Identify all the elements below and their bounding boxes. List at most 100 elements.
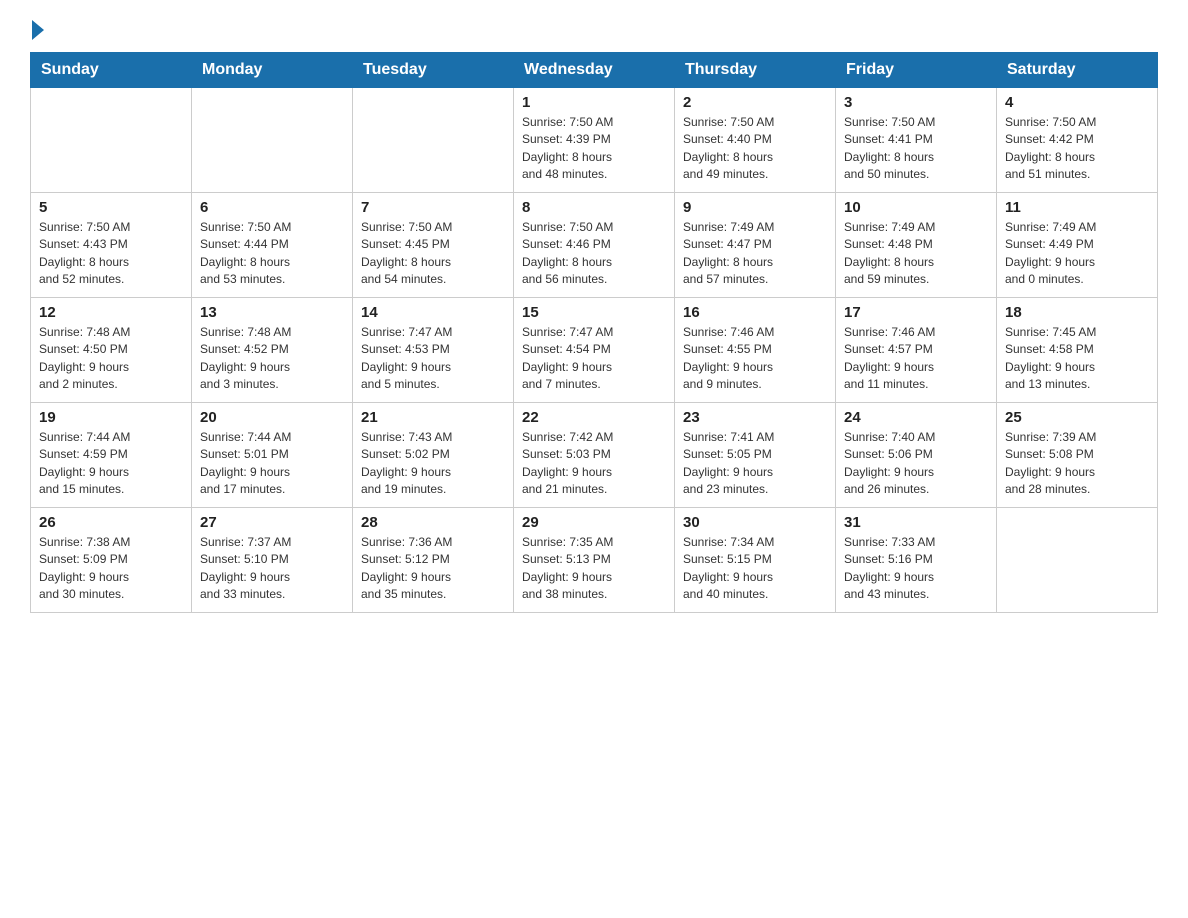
calendar-cell (997, 508, 1158, 613)
calendar-cell (353, 88, 514, 193)
day-info: Sunrise: 7:43 AM Sunset: 5:02 PM Dayligh… (361, 429, 505, 499)
day-number: 24 (844, 409, 988, 426)
day-number: 10 (844, 199, 988, 216)
calendar-cell: 12 Sunrise: 7:48 AM Sunset: 4:50 PM Dayli… (31, 298, 192, 403)
day-number: 12 (39, 304, 183, 321)
weekday-header-monday: Monday (192, 53, 353, 88)
weekday-header-tuesday: Tuesday (353, 53, 514, 88)
day-info: Sunrise: 7:42 AM Sunset: 5:03 PM Dayligh… (522, 429, 666, 499)
page-header (30, 20, 1158, 34)
day-number: 2 (683, 94, 827, 111)
day-info: Sunrise: 7:48 AM Sunset: 4:50 PM Dayligh… (39, 324, 183, 394)
day-number: 28 (361, 514, 505, 531)
calendar-cell: 21 Sunrise: 7:43 AM Sunset: 5:02 PM Dayli… (353, 403, 514, 508)
day-number: 7 (361, 199, 505, 216)
calendar-cell: 9Sunrise: 7:49 AM Sunset: 4:47 PM Daylig… (675, 193, 836, 298)
weekday-header-row: SundayMondayTuesdayWednesdayThursdayFrid… (31, 53, 1158, 88)
day-info: Sunrise: 7:45 AM Sunset: 4:58 PM Dayligh… (1005, 324, 1149, 394)
day-number: 13 (200, 304, 344, 321)
day-number: 9 (683, 199, 827, 216)
logo (30, 20, 44, 34)
day-info: Sunrise: 7:50 AM Sunset: 4:46 PM Dayligh… (522, 219, 666, 289)
day-number: 15 (522, 304, 666, 321)
day-info: Sunrise: 7:50 AM Sunset: 4:45 PM Dayligh… (361, 219, 505, 289)
day-info: Sunrise: 7:50 AM Sunset: 4:39 PM Dayligh… (522, 114, 666, 184)
day-number: 3 (844, 94, 988, 111)
day-info: Sunrise: 7:46 AM Sunset: 4:57 PM Dayligh… (844, 324, 988, 394)
week-row-2: 5 Sunrise: 7:50 AM Sunset: 4:43 PM Daylig… (31, 193, 1158, 298)
calendar-cell: 16 Sunrise: 7:46 AM Sunset: 4:55 PM Dayli… (675, 298, 836, 403)
day-info: Sunrise: 7:47 AM Sunset: 4:53 PM Dayligh… (361, 324, 505, 394)
calendar-cell: 29 Sunrise: 7:35 AM Sunset: 5:13 PM Dayli… (514, 508, 675, 613)
day-number: 18 (1005, 304, 1149, 321)
day-number: 11 (1005, 199, 1149, 216)
calendar-cell: 18 Sunrise: 7:45 AM Sunset: 4:58 PM Dayli… (997, 298, 1158, 403)
calendar-cell: 7 Sunrise: 7:50 AM Sunset: 4:45 PM Daylig… (353, 193, 514, 298)
calendar-cell: 27 Sunrise: 7:37 AM Sunset: 5:10 PM Dayli… (192, 508, 353, 613)
day-number: 20 (200, 409, 344, 426)
calendar-cell (192, 88, 353, 193)
day-info: Sunrise: 7:44 AM Sunset: 4:59 PM Dayligh… (39, 429, 183, 499)
calendar-cell: 26 Sunrise: 7:38 AM Sunset: 5:09 PM Dayli… (31, 508, 192, 613)
day-info: Sunrise: 7:35 AM Sunset: 5:13 PM Dayligh… (522, 534, 666, 604)
day-number: 1 (522, 94, 666, 111)
calendar-cell: 3 Sunrise: 7:50 AM Sunset: 4:41 PM Daylig… (836, 88, 997, 193)
day-info: Sunrise: 7:34 AM Sunset: 5:15 PM Dayligh… (683, 534, 827, 604)
day-number: 31 (844, 514, 988, 531)
day-number: 27 (200, 514, 344, 531)
day-info: Sunrise: 7:50 AM Sunset: 4:40 PM Dayligh… (683, 114, 827, 184)
day-info: Sunrise: 7:48 AM Sunset: 4:52 PM Dayligh… (200, 324, 344, 394)
weekday-header-sunday: Sunday (31, 53, 192, 88)
calendar-cell: 15 Sunrise: 7:47 AM Sunset: 4:54 PM Dayli… (514, 298, 675, 403)
day-number: 8 (522, 199, 666, 216)
calendar-cell: 11Sunrise: 7:49 AM Sunset: 4:49 PM Dayli… (997, 193, 1158, 298)
calendar-cell: 20Sunrise: 7:44 AM Sunset: 5:01 PM Dayli… (192, 403, 353, 508)
weekday-header-thursday: Thursday (675, 53, 836, 88)
day-info: Sunrise: 7:36 AM Sunset: 5:12 PM Dayligh… (361, 534, 505, 604)
calendar-cell: 22 Sunrise: 7:42 AM Sunset: 5:03 PM Dayli… (514, 403, 675, 508)
calendar-cell: 14 Sunrise: 7:47 AM Sunset: 4:53 PM Dayli… (353, 298, 514, 403)
day-number: 22 (522, 409, 666, 426)
day-info: Sunrise: 7:33 AM Sunset: 5:16 PM Dayligh… (844, 534, 988, 604)
week-row-5: 26 Sunrise: 7:38 AM Sunset: 5:09 PM Dayli… (31, 508, 1158, 613)
day-info: Sunrise: 7:49 AM Sunset: 4:48 PM Dayligh… (844, 219, 988, 289)
weekday-header-saturday: Saturday (997, 53, 1158, 88)
day-number: 16 (683, 304, 827, 321)
calendar-cell: 2 Sunrise: 7:50 AM Sunset: 4:40 PM Daylig… (675, 88, 836, 193)
calendar-table: SundayMondayTuesdayWednesdayThursdayFrid… (30, 52, 1158, 613)
weekday-header-wednesday: Wednesday (514, 53, 675, 88)
calendar-cell: 25Sunrise: 7:39 AM Sunset: 5:08 PM Dayli… (997, 403, 1158, 508)
calendar-cell: 23 Sunrise: 7:41 AM Sunset: 5:05 PM Dayli… (675, 403, 836, 508)
day-number: 29 (522, 514, 666, 531)
day-number: 19 (39, 409, 183, 426)
day-info: Sunrise: 7:41 AM Sunset: 5:05 PM Dayligh… (683, 429, 827, 499)
calendar-cell: 8 Sunrise: 7:50 AM Sunset: 4:46 PM Daylig… (514, 193, 675, 298)
day-number: 23 (683, 409, 827, 426)
week-row-3: 12 Sunrise: 7:48 AM Sunset: 4:50 PM Dayli… (31, 298, 1158, 403)
week-row-4: 19 Sunrise: 7:44 AM Sunset: 4:59 PM Dayli… (31, 403, 1158, 508)
day-info: Sunrise: 7:46 AM Sunset: 4:55 PM Dayligh… (683, 324, 827, 394)
calendar-cell: 6 Sunrise: 7:50 AM Sunset: 4:44 PM Daylig… (192, 193, 353, 298)
day-number: 14 (361, 304, 505, 321)
day-info: Sunrise: 7:37 AM Sunset: 5:10 PM Dayligh… (200, 534, 344, 604)
calendar-cell: 13 Sunrise: 7:48 AM Sunset: 4:52 PM Dayli… (192, 298, 353, 403)
day-number: 26 (39, 514, 183, 531)
day-number: 30 (683, 514, 827, 531)
day-number: 25 (1005, 409, 1149, 426)
calendar-cell: 28 Sunrise: 7:36 AM Sunset: 5:12 PM Dayli… (353, 508, 514, 613)
week-row-1: 1 Sunrise: 7:50 AM Sunset: 4:39 PM Daylig… (31, 88, 1158, 193)
day-info: Sunrise: 7:47 AM Sunset: 4:54 PM Dayligh… (522, 324, 666, 394)
day-info: Sunrise: 7:50 AM Sunset: 4:41 PM Dayligh… (844, 114, 988, 184)
day-number: 5 (39, 199, 183, 216)
calendar-cell (31, 88, 192, 193)
day-info: Sunrise: 7:50 AM Sunset: 4:43 PM Dayligh… (39, 219, 183, 289)
day-number: 17 (844, 304, 988, 321)
day-info: Sunrise: 7:38 AM Sunset: 5:09 PM Dayligh… (39, 534, 183, 604)
calendar-cell: 1 Sunrise: 7:50 AM Sunset: 4:39 PM Daylig… (514, 88, 675, 193)
day-number: 6 (200, 199, 344, 216)
weekday-header-friday: Friday (836, 53, 997, 88)
logo-arrow-icon (32, 20, 44, 40)
day-info: Sunrise: 7:50 AM Sunset: 4:44 PM Dayligh… (200, 219, 344, 289)
day-info: Sunrise: 7:40 AM Sunset: 5:06 PM Dayligh… (844, 429, 988, 499)
day-number: 21 (361, 409, 505, 426)
